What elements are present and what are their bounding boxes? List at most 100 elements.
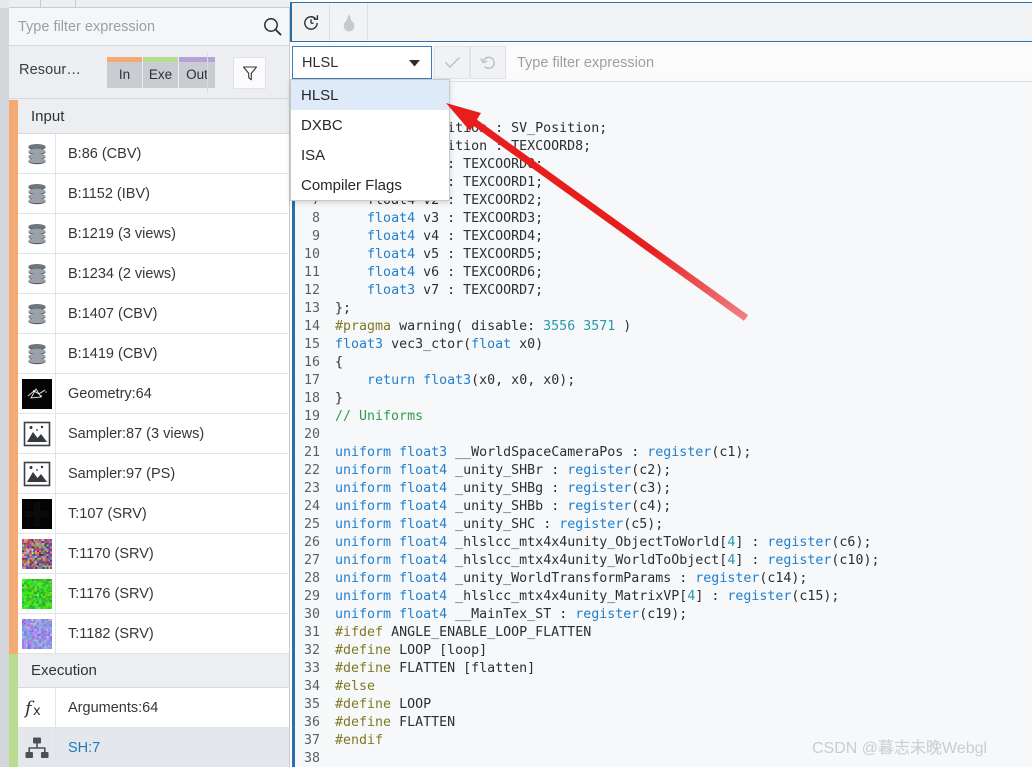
code-line-number: 28 xyxy=(303,571,320,586)
code-token: register xyxy=(575,607,640,622)
code-token: ] : xyxy=(695,589,728,604)
code-token: FLATTEN xyxy=(391,715,456,730)
code-token: FLATTEN [flatten] xyxy=(391,661,536,676)
resource-row[interactable]: B:1419 (CBV) xyxy=(18,334,289,374)
resource-row-icon xyxy=(18,294,56,333)
shader-icon xyxy=(24,736,50,760)
tab-history[interactable] xyxy=(292,4,330,41)
resource-row[interactable]: B:1152 (IBV) xyxy=(18,174,289,214)
resource-row-label: B:1152 (IBV) xyxy=(68,185,150,202)
resource-row-label: Sampler:97 (PS) xyxy=(68,465,176,482)
resource-row-label: B:1407 (CBV) xyxy=(68,305,158,322)
resource-row-icon: fx xyxy=(18,688,56,727)
texture-cross-icon xyxy=(21,498,52,529)
buffer-icon xyxy=(25,263,49,285)
resource-row[interactable]: T:1176 (SRV) xyxy=(18,574,289,614)
shader-filter-input[interactable] xyxy=(507,46,1032,79)
toggle-out-colorbar xyxy=(179,57,215,62)
code-token: float4 xyxy=(367,247,416,262)
toggle-out[interactable]: Out xyxy=(179,57,215,88)
resource-row[interactable]: B:1219 (3 views) xyxy=(18,214,289,254)
resource-row[interactable]: B:1407 (CBV) xyxy=(18,294,289,334)
code-line-number: 29 xyxy=(303,589,320,604)
toggle-exe[interactable]: Exe xyxy=(143,57,179,88)
code-token: #define xyxy=(335,643,392,658)
group-header-label: Execution xyxy=(31,662,97,679)
code-token: (x0, x0, x0); xyxy=(471,373,576,388)
resource-filter-bar xyxy=(9,8,289,46)
resource-row-icon xyxy=(18,214,56,253)
code-token: (c19); xyxy=(639,607,688,622)
resource-row-icon xyxy=(18,728,56,767)
dropdown-option-compiler-flags[interactable]: Compiler Flags xyxy=(291,170,449,200)
code-token: v3 : TEXCOORD3; xyxy=(415,211,544,226)
search-icon[interactable] xyxy=(255,8,289,46)
code-line-number: 21 xyxy=(303,445,320,460)
code-token: #ifdef xyxy=(335,625,384,640)
resource-row[interactable]: B:86 (CBV) xyxy=(18,134,289,174)
resource-row[interactable]: Sampler:97 (PS) xyxy=(18,454,289,494)
resource-row[interactable]: B:1234 (2 views) xyxy=(18,254,289,294)
code-token: uniform xyxy=(335,571,392,586)
code-token: _hlslcc_mtx4x4unity_MatrixVP[ xyxy=(447,589,688,604)
code-token: float4 xyxy=(399,463,448,478)
toggle-in[interactable]: In xyxy=(107,57,143,88)
group-header-input[interactable]: Input xyxy=(18,100,289,134)
code-token: uniform xyxy=(335,553,392,568)
tab-hotspots[interactable] xyxy=(330,4,368,41)
dropdown-option-dxbc[interactable]: DXBC xyxy=(291,110,449,140)
search-input[interactable] xyxy=(9,18,255,35)
code-line-number: 31 xyxy=(303,625,320,640)
code-token: #define xyxy=(335,697,392,712)
code-token: float3 xyxy=(423,373,472,388)
resource-row[interactable]: Geometry:64 xyxy=(18,374,289,414)
filter-funnel-button[interactable] xyxy=(233,57,266,89)
resource-row-icon xyxy=(18,574,56,613)
group-color-strip xyxy=(9,654,18,767)
tab-stub-2[interactable] xyxy=(41,0,76,8)
dropdown-option-isa[interactable]: ISA xyxy=(291,140,449,170)
code-token: v7 : TEXCOORD7; xyxy=(415,283,544,298)
tab-stub-1[interactable] xyxy=(9,0,41,8)
resource-toolbar: Resour… In Exe Out xyxy=(9,47,289,99)
shader-language-combobox[interactable]: HLSL xyxy=(292,46,432,79)
code-line-number: 23 xyxy=(303,481,320,496)
shader-language-dropdown[interactable]: HLSL DXBC ISA Compiler Flags xyxy=(290,79,450,201)
reset-filter-button[interactable] xyxy=(470,46,506,79)
resource-row[interactable]: SH:7 xyxy=(18,728,289,767)
buffer-icon xyxy=(25,143,49,165)
apply-filter-button[interactable] xyxy=(434,46,470,79)
code-token: uniform xyxy=(335,463,392,478)
viewer-tab-strip xyxy=(290,2,1032,42)
code-line-number: 12 xyxy=(303,283,320,298)
check-icon xyxy=(444,56,460,69)
code-token: // Uniforms xyxy=(335,409,424,424)
resource-row-label: SH:7 xyxy=(68,739,101,756)
resource-row-icon xyxy=(18,134,56,173)
resource-row[interactable]: T:107 (SRV) xyxy=(18,494,289,534)
dropdown-option-hlsl[interactable]: HLSL xyxy=(291,80,449,110)
resource-row[interactable]: Sampler:87 (3 views) xyxy=(18,414,289,454)
code-token: uniform xyxy=(335,589,392,604)
code-token: float4 xyxy=(367,211,416,226)
group-header-execution[interactable]: Execution xyxy=(18,654,289,688)
code-token: uniform xyxy=(335,517,392,532)
code-token: ] : xyxy=(735,553,768,568)
resource-group-input: Input B:86 (CBV) B:1152 (IBV) B:1219 (3 vie… xyxy=(9,100,289,654)
code-token: (c2); xyxy=(631,463,672,478)
resource-row[interactable]: T:1182 (SRV) xyxy=(18,614,289,654)
code-token: v6 : TEXCOORD6; xyxy=(415,265,544,280)
buffer-icon xyxy=(25,303,49,325)
toggle-out-label: Out xyxy=(186,67,208,82)
watermark: CSDN @暮志未晚Webgl xyxy=(812,740,988,757)
resource-tree[interactable]: Input B:86 (CBV) B:1152 (IBV) B:1219 (3 vie… xyxy=(9,100,289,767)
resource-row[interactable]: T:1170 (SRV) xyxy=(18,534,289,574)
code-token: _unity_WorldTransformParams : xyxy=(447,571,696,586)
code-token: _unity_SHBr : xyxy=(447,463,568,478)
resource-row[interactable]: f x Arguments:64 xyxy=(18,688,289,728)
code-token: float4 xyxy=(367,265,416,280)
